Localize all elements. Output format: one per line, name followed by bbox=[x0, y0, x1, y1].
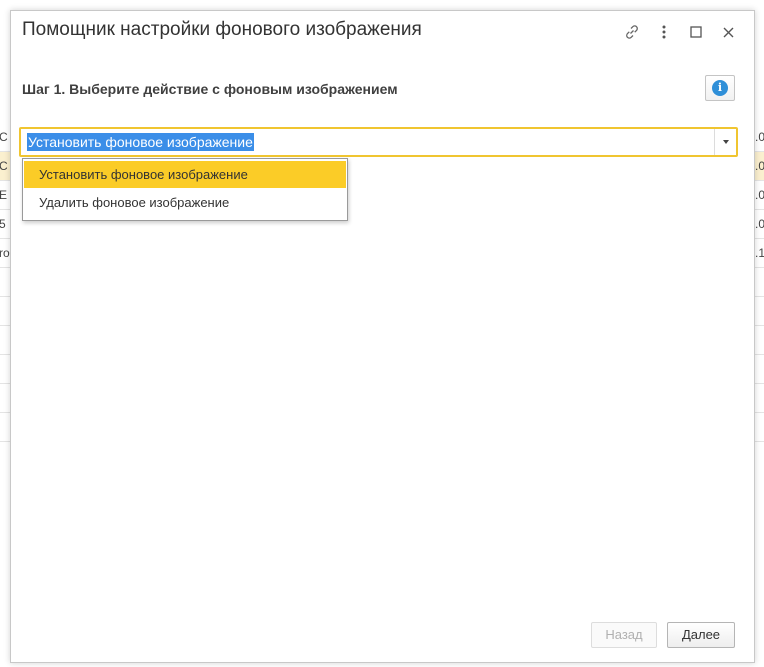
dropdown-toggle[interactable] bbox=[714, 129, 736, 155]
list-item bbox=[754, 297, 764, 326]
maximize-icon[interactable] bbox=[680, 21, 712, 43]
more-icon[interactable] bbox=[648, 21, 680, 43]
list-item[interactable]: .0 bbox=[754, 152, 764, 181]
dropdown-option-remove-background[interactable]: Удалить фоновое изображение bbox=[24, 189, 346, 216]
info-icon: i bbox=[712, 80, 728, 96]
list-item[interactable]: .1 bbox=[754, 239, 764, 268]
link-icon[interactable] bbox=[616, 21, 648, 43]
title-bar-controls bbox=[616, 21, 744, 43]
dropdown-option-set-background[interactable]: Установить фоновое изображение bbox=[24, 161, 346, 188]
list-item[interactable]: .0 bbox=[754, 210, 764, 239]
list-item[interactable]: .0 bbox=[754, 123, 764, 152]
list-item bbox=[754, 413, 764, 442]
background-list-right: .0 .0 .0 .0 .1 bbox=[754, 0, 764, 667]
back-button[interactable]: Назад bbox=[591, 622, 657, 648]
list-item[interactable]: .0 bbox=[754, 181, 764, 210]
action-dropdown-list: Установить фоновое изображение Удалить ф… bbox=[22, 158, 348, 221]
action-select-value[interactable]: Установить фоновое изображение bbox=[27, 133, 254, 151]
next-button[interactable]: Далее bbox=[667, 622, 735, 648]
list-item bbox=[754, 384, 764, 413]
background-image-wizard-dialog: Помощник настройки фонового изображения … bbox=[10, 10, 755, 663]
list-item bbox=[754, 268, 764, 297]
info-button[interactable]: i bbox=[705, 75, 735, 101]
list-item bbox=[754, 355, 764, 384]
chevron-down-icon bbox=[722, 140, 729, 144]
step-heading: Шаг 1. Выберите действие с фоновым изобр… bbox=[22, 81, 398, 97]
list-item bbox=[754, 326, 764, 355]
dialog-title: Помощник настройки фонового изображения bbox=[22, 19, 422, 40]
close-icon[interactable] bbox=[712, 21, 744, 43]
action-select[interactable]: Установить фоновое изображение bbox=[19, 127, 738, 157]
